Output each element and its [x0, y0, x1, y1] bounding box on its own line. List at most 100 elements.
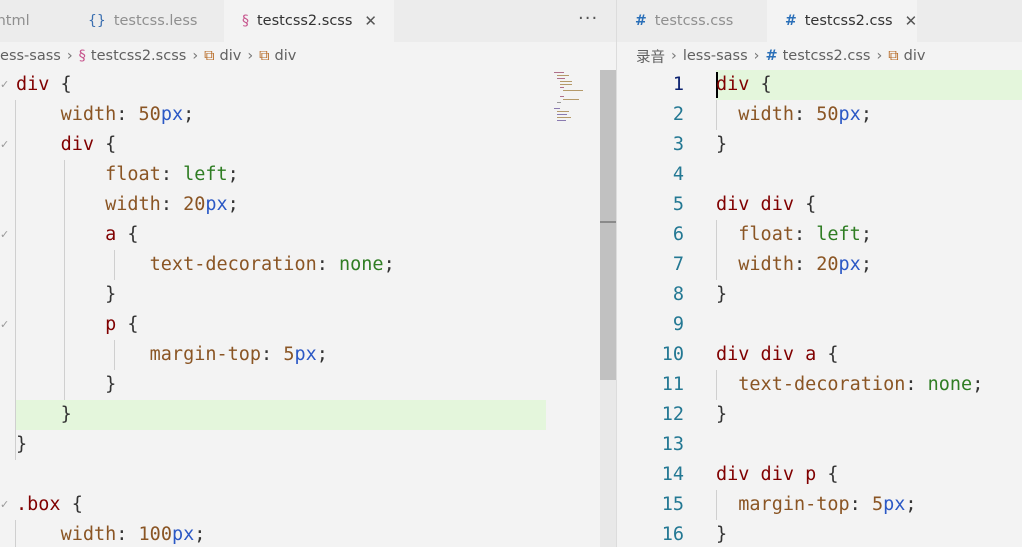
code-line-text: div div a {	[716, 344, 839, 365]
code-line-text: text-decoration: none;	[149, 254, 395, 275]
sass-file-icon: §	[78, 48, 86, 64]
css-hash-icon: #	[765, 48, 778, 64]
chevron-right-icon: ›	[247, 48, 254, 64]
breadcrumb-symbol[interactable]: div	[274, 48, 296, 64]
close-icon[interactable]: ✕	[364, 12, 377, 30]
minimap[interactable]	[554, 70, 598, 130]
tab-html[interactable]: .html	[0, 0, 70, 42]
vertical-scrollbar-thumb[interactable]	[600, 70, 616, 380]
line-number: 13	[661, 434, 684, 455]
breadcrumb-folder[interactable]: 录音	[636, 46, 665, 67]
code-line-text: margin-top: 5px;	[149, 344, 328, 365]
code-line-text: div {	[16, 74, 72, 95]
tab-testcss2-css[interactable]: # testcss2.css ✕	[767, 0, 917, 42]
more-actions-icon[interactable]: ···	[578, 8, 598, 29]
code-line-text: div {	[716, 74, 772, 95]
code-line[interactable]: div {	[0, 130, 616, 160]
code-line[interactable]: width: 20px;	[0, 190, 616, 220]
breadcrumb-folder[interactable]: less-sass	[683, 48, 748, 64]
code-line[interactable]: }	[0, 430, 616, 460]
tab-testcss-less[interactable]: {} testcss.less	[72, 0, 222, 42]
code-line[interactable]: margin-top: 5px;	[0, 340, 616, 370]
code-line[interactable]: }	[0, 280, 616, 310]
line-number: 15	[661, 494, 684, 515]
code-line[interactable]: p {	[0, 310, 616, 340]
code-line-text: }	[716, 284, 728, 305]
code-line-text: }	[716, 404, 728, 425]
code-line-text: div div {	[716, 194, 817, 215]
code-line-text: width: 50px;	[60, 104, 195, 125]
code-line-text: }	[60, 404, 72, 425]
close-icon[interactable]: ✕	[905, 12, 918, 30]
line-number: 6	[672, 224, 684, 245]
code-line-text: float: left;	[738, 224, 872, 245]
code-line-text: }	[716, 134, 728, 155]
symbol-rule-icon: ⧉	[204, 48, 215, 64]
code-line-text: float: left;	[105, 164, 239, 185]
left-tab-bar: .html {} testcss.less § testcss2.scss ✕ …	[0, 0, 616, 42]
line-number: 5	[672, 194, 684, 215]
chevron-right-icon: ›	[671, 48, 677, 64]
code-line-text: }	[16, 434, 28, 455]
chevron-right-icon: ›	[876, 48, 883, 64]
left-editor-pane: .html {} testcss.less § testcss2.scss ✕ …	[0, 0, 616, 547]
chevron-right-icon: ›	[66, 48, 73, 64]
code-line[interactable]	[0, 460, 616, 490]
code-line-text: p {	[105, 314, 139, 335]
sass-file-icon: §	[242, 13, 249, 29]
line-number: 7	[672, 254, 684, 275]
css-hash-icon: #	[635, 13, 647, 29]
line-number: 11	[661, 374, 684, 395]
breadcrumb: 录音 › less-sass › # testcss2.css › ⧉ div	[636, 42, 1022, 70]
scrollbar-cursor-marker	[600, 221, 616, 223]
code-line-text: text-decoration: none;	[738, 374, 984, 395]
breadcrumb-file[interactable]: testcss2.css	[783, 48, 871, 64]
code-line-text: .box {	[16, 494, 83, 515]
right-editor-pane: # testcss.css # testcss2.css ✕ 录音 › less…	[617, 0, 1022, 547]
code-line-text: }	[105, 284, 117, 305]
symbol-rule-icon: ⧉	[888, 48, 899, 64]
tab-testcss-css[interactable]: # testcss.css	[617, 0, 765, 42]
code-line[interactable]: width: 100px;	[0, 520, 616, 547]
breadcrumb-file[interactable]: testcss2.scss	[91, 48, 186, 64]
code-line[interactable]: a {	[0, 220, 616, 250]
tab-label: testcss2.scss	[257, 13, 353, 29]
chevron-right-icon: ›	[753, 48, 760, 64]
symbol-rule-icon: ⧉	[259, 48, 270, 64]
line-number: 16	[661, 524, 684, 545]
code-line-text: }	[716, 524, 728, 545]
tab-label: .html	[0, 13, 30, 29]
line-number: 4	[672, 164, 684, 185]
code-line[interactable]: text-decoration: none;	[0, 250, 616, 280]
right-tab-bar: # testcss.css # testcss2.css ✕	[617, 0, 1022, 42]
breadcrumb: less-sass › § testcss2.scss › ⧉ div › ⧉ …	[0, 42, 616, 70]
code-line[interactable]: }	[0, 370, 616, 400]
tab-label: testcss.less	[113, 13, 198, 29]
breadcrumb-symbol[interactable]: div	[219, 48, 241, 64]
tab-label: testcss2.css	[804, 13, 893, 29]
code-line-text: width: 20px;	[105, 194, 239, 215]
code-line[interactable]: div {	[0, 70, 616, 100]
code-line-text: width: 20px;	[738, 254, 872, 275]
code-line-text: width: 50px;	[738, 104, 872, 125]
css-hash-icon: #	[785, 13, 797, 29]
line-number: 14	[661, 464, 684, 485]
line-number: 3	[672, 134, 684, 155]
breadcrumb-folder[interactable]: less-sass	[0, 48, 61, 64]
breadcrumb-symbol[interactable]: div	[904, 48, 926, 64]
line-number: 1	[672, 74, 684, 95]
code-line[interactable]: float: left;	[0, 160, 616, 190]
tab-testcss2-scss[interactable]: § testcss2.scss ✕	[224, 0, 394, 42]
chevron-right-icon: ›	[192, 48, 199, 64]
code-line-text: }	[105, 374, 117, 395]
code-line-text: width: 100px;	[60, 524, 206, 545]
line-number: 8	[672, 284, 684, 305]
code-line-text: div div p {	[716, 464, 839, 485]
code-line[interactable]: width: 50px;	[0, 100, 616, 130]
code-line[interactable]: .box {	[0, 490, 616, 520]
code-line-text: div {	[60, 134, 117, 155]
code-line-text: a {	[105, 224, 139, 245]
code-line[interactable]: }	[0, 400, 616, 430]
less-file-icon: {}	[88, 13, 106, 29]
line-number: 2	[672, 104, 684, 125]
